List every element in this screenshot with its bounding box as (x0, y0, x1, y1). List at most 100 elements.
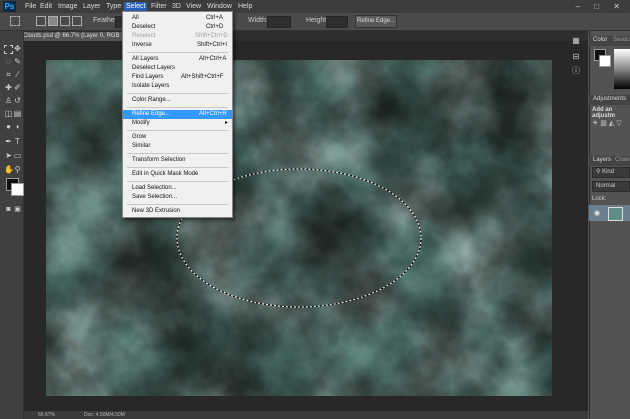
background-color-swatch[interactable] (11, 183, 24, 196)
adjustments-hint: Add an adjustm (592, 107, 616, 119)
menu-help[interactable]: Help (236, 2, 254, 11)
menu-3d[interactable]: 3D (170, 2, 183, 11)
menu-separator (127, 167, 228, 168)
menu-layer[interactable]: Layer (81, 2, 103, 11)
tab-adjustments[interactable]: Adjustments (590, 95, 629, 104)
menu-item-deselect[interactable]: Deselect Ctrl+D (123, 23, 232, 32)
menu-item-deselect-layers[interactable]: Deselect Layers (123, 64, 232, 73)
subtract-selection-icon[interactable] (60, 16, 70, 26)
rectangle-tool-icon[interactable]: ▭ (13, 151, 22, 160)
eraser-tool-icon[interactable]: ◫ (4, 109, 13, 118)
type-tool-icon[interactable]: T (13, 137, 22, 146)
history-brush-icon[interactable]: ↺ (13, 96, 22, 105)
tab-color[interactable]: Color (590, 36, 610, 45)
menu-item-new-3d-extrusion[interactable]: New 3D Extrusion (123, 207, 232, 216)
color-panel-background[interactable] (599, 55, 611, 67)
clone-stamp-icon[interactable]: ♙ (4, 96, 13, 105)
document-tab[interactable]: Clouds.psd @ 66.7% (Layer 0, RGB× (17, 32, 133, 41)
crop-tool-icon[interactable]: ⌗ (4, 70, 13, 79)
menu-view[interactable]: View (184, 2, 203, 11)
menu-item-similar[interactable]: Similar (123, 142, 232, 151)
tab-channels[interactable]: Chann (612, 156, 630, 165)
menu-file[interactable]: File (23, 2, 38, 11)
document-title: Clouds.psd @ 66.7% (Layer 0, RGB (23, 33, 120, 39)
layer-thumbnail (608, 207, 623, 221)
layer-kind-filter[interactable]: ⚲ Kind (592, 167, 630, 178)
height-label: Height: (306, 17, 329, 24)
pen-tool-icon[interactable]: ✒ (4, 137, 13, 146)
photoshop-logo: Ps (3, 1, 16, 12)
menu-select[interactable]: Select (124, 2, 148, 11)
right-panels (589, 31, 630, 419)
blend-mode-select[interactable]: Normal (592, 181, 630, 192)
menu-item-transform-selection[interactable]: Transform Selection (123, 156, 232, 165)
options-bar: Feather: Width: Height: Refine Edge... (0, 13, 630, 31)
healing-brush-icon[interactable]: ✚ (4, 83, 13, 92)
info-panel-icon[interactable]: ⓘ (571, 66, 581, 75)
brush-tool-icon[interactable]: ✐ (13, 83, 22, 92)
quick-select-tool-icon[interactable]: ✎ (13, 57, 22, 66)
layer-row[interactable]: ◉ (589, 205, 630, 221)
new-selection-icon[interactable] (36, 16, 46, 26)
color-ramp-slider[interactable] (614, 49, 630, 89)
menu-item-modify[interactable]: Modify ▸ (123, 119, 232, 128)
intersect-selection-icon[interactable] (72, 16, 82, 26)
adjustment-icons[interactable]: ☀▥◭▽ (592, 119, 624, 127)
menu-edit[interactable]: Edit (38, 2, 54, 11)
menu-window[interactable]: Window (205, 2, 234, 11)
screen-mode-icon[interactable]: ▣ (13, 205, 22, 214)
window-controls[interactable]: – □ ✕ (576, 2, 626, 11)
height-input[interactable] (326, 16, 348, 28)
menu-item-find-layers[interactable]: Find Layers Alt+Shift+Ctrl+F (123, 73, 232, 82)
lasso-tool-icon[interactable]: ◌ (4, 57, 13, 66)
menu-item-load-selection[interactable]: Load Selection... (123, 184, 232, 193)
menu-item-all-layers[interactable]: All Layers Alt+Ctrl+A (123, 55, 232, 64)
menu-separator (127, 130, 228, 131)
menu-type[interactable]: Type (104, 2, 123, 11)
menu-item-quick-mask[interactable]: Edit in Quick Mask Mode (123, 170, 232, 179)
menu-item-all[interactable]: All Ctrl+A (123, 14, 232, 23)
refine-edge-button[interactable]: Refine Edge... (355, 15, 397, 28)
marquee-tool-icon[interactable] (4, 45, 13, 54)
blend-mode-label: Normal (596, 183, 616, 189)
blur-tool-icon[interactable]: ● (4, 122, 13, 131)
menu-separator (127, 153, 228, 154)
properties-panel-icon[interactable]: ⊟ (571, 52, 581, 61)
menu-item-grow[interactable]: Grow (123, 133, 232, 142)
path-select-icon[interactable]: ➤ (4, 151, 13, 160)
marquee-preset-icon[interactable] (10, 16, 20, 26)
menu-separator (127, 181, 228, 182)
submenu-arrow-icon: ▸ (225, 120, 229, 126)
menu-image[interactable]: Image (56, 2, 79, 11)
dodge-tool-icon[interactable]: ◖ (13, 122, 22, 131)
menu-item-color-range[interactable]: Color Range... (123, 96, 232, 105)
zoom-level[interactable]: 66.67% (38, 411, 55, 419)
tab-layers[interactable]: Layers (590, 156, 614, 165)
menu-item-save-selection[interactable]: Save Selection... (123, 193, 232, 202)
add-selection-icon[interactable] (48, 16, 58, 26)
tab-swatches[interactable]: Swatch (610, 36, 630, 45)
menu-item-isolate-layers[interactable]: Isolate Layers (123, 82, 232, 91)
tools-panel: ✥ ◌ ✎ ⌗ ⁄ ✚ ✐ ♙ ↺ ◫ ▤ ● ◖ ✒ T ➤ ▭ ✋ ⚲ ◙ … (0, 31, 24, 419)
adjustments-panel-header: Adjustments (589, 95, 630, 105)
layer-visibility-icon[interactable]: ◉ (594, 209, 600, 217)
menu-filter[interactable]: Filter (149, 2, 169, 11)
eyedropper-tool-icon[interactable]: ⁄ (13, 70, 22, 79)
menu-separator (127, 52, 228, 53)
width-input[interactable] (267, 16, 291, 28)
menu-separator (127, 204, 228, 205)
move-tool-icon[interactable]: ✥ (13, 44, 22, 53)
gradient-tool-icon[interactable]: ▤ (13, 109, 22, 118)
menu-item-refine-edge[interactable]: Refine Edge... Alt+Ctrl+R (123, 110, 232, 119)
color-panel-header: Color Swatch (589, 36, 630, 46)
doc-size-info: Doc: 4.50M/4.50M (84, 412, 125, 418)
hand-tool-icon[interactable]: ✋ (4, 165, 14, 174)
select-menu-dropdown: All Ctrl+A Deselect Ctrl+D Reselect Shift+C… (122, 11, 233, 218)
menu-item-inverse[interactable]: Inverse Shift+Ctrl+I (123, 41, 232, 50)
quick-mask-icon[interactable]: ◙ (4, 205, 13, 214)
zoom-tool-icon[interactable]: ⚲ (13, 165, 22, 174)
menu-separator (127, 93, 228, 94)
history-panel-icon[interactable]: ▦ (571, 36, 581, 45)
canvas-area[interactable] (24, 41, 588, 411)
status-bar: 66.67% Doc: 4.50M/4.50M (24, 411, 588, 419)
